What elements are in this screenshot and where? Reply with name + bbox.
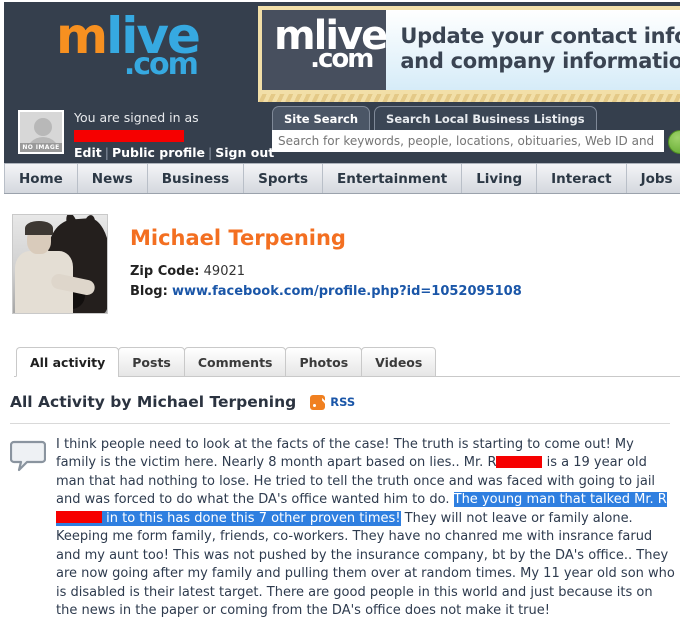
edit-profile-link[interactable]: Edit xyxy=(74,145,102,160)
logo-m: m xyxy=(56,7,108,65)
redaction-bar-name-2 xyxy=(56,511,102,524)
avatar-no-image-label: NO IMAGE xyxy=(20,143,62,152)
redaction-bar xyxy=(74,129,184,142)
nav-item-jobs[interactable]: Jobs xyxy=(627,164,680,193)
rss-label: RSS xyxy=(330,395,356,409)
username-redacted xyxy=(74,127,274,142)
nav-item-business[interactable]: Business xyxy=(148,164,245,193)
signed-in-label: You are signed in as xyxy=(74,110,199,125)
man-hair xyxy=(25,221,53,235)
main-nav: Home News Business Sports Entertainment … xyxy=(4,163,680,194)
search-go-icon[interactable] xyxy=(668,130,680,154)
tab-comments[interactable]: Comments xyxy=(183,347,287,377)
profile-meta: Zip Code: 49021 Blog: www.facebook.com/p… xyxy=(130,262,522,302)
profile-info: Michael Terpening Zip Code: 49021 Blog: … xyxy=(130,214,522,314)
tab-posts[interactable]: Posts xyxy=(118,347,185,377)
nav-item-living[interactable]: Living xyxy=(462,164,538,193)
link-separator-2: | xyxy=(208,145,213,160)
comment-text-part3: They will not leave or family alone. Kee… xyxy=(56,510,675,619)
search-input[interactable] xyxy=(272,130,664,152)
nav-item-news[interactable]: News xyxy=(78,164,148,193)
zip-code-value: 49021 xyxy=(203,264,246,279)
avatar-head-shape xyxy=(34,118,52,136)
tab-photos[interactable]: Photos xyxy=(285,347,363,377)
tab-all-activity[interactable]: All activity xyxy=(16,347,120,377)
comment-selected-part1: The young man that talked Mr. R xyxy=(453,492,667,508)
ad-bottom-stripe xyxy=(258,94,680,102)
blog-label: Blog: xyxy=(130,284,168,300)
activity-tabs: All activity Posts Comments Photos Video… xyxy=(14,346,680,377)
nav-item-interact[interactable]: Interact xyxy=(537,164,627,193)
mlive-logo[interactable]: mlive .com xyxy=(56,11,201,79)
search-row xyxy=(272,130,680,154)
redaction-bar-name-1 xyxy=(496,455,543,468)
search-tabs: Site Search Search Local Business Listin… xyxy=(272,106,680,130)
activity-heading: All Activity by Michael Terpening xyxy=(10,393,297,411)
tab-videos[interactable]: Videos xyxy=(361,347,437,377)
signed-in-text: You are signed in as Edit | Public profile… xyxy=(74,110,274,160)
nav-item-entertainment[interactable]: Entertainment xyxy=(323,164,463,193)
comment-selected-part2: in to this has done this 7 other proven … xyxy=(102,510,401,526)
signed-in-block: NO IMAGE You are signed in as Edit | Publi… xyxy=(18,110,274,160)
nav-item-sports[interactable]: Sports xyxy=(244,164,323,193)
profile-blog-row: Blog: www.facebook.com/profile.php?id=10… xyxy=(130,282,522,302)
rss-link[interactable]: RSS xyxy=(310,394,356,410)
site-header: mlive .com mlive .com Update your contac… xyxy=(0,0,680,163)
sign-out-link[interactable]: Sign out xyxy=(215,145,274,160)
ad-logo: mlive .com xyxy=(262,10,388,90)
blog-link[interactable]: www.facebook.com/profile.php?id=10520951… xyxy=(172,284,522,299)
banner-ad[interactable]: mlive .com Update your contact info and … xyxy=(258,6,680,94)
search-area: Site Search Search Local Business Listin… xyxy=(272,106,680,154)
public-profile-link[interactable]: Public profile xyxy=(112,145,205,160)
search-tab-local-business[interactable]: Search Local Business Listings xyxy=(374,106,597,130)
profile-header: Michael Terpening Zip Code: 49021 Blog: … xyxy=(0,194,680,314)
activity-entry: I think people need to look at the facts… xyxy=(0,424,680,623)
account-links: Edit | Public profile | Sign out xyxy=(74,145,274,160)
zip-code-label: Zip Code: xyxy=(130,264,200,279)
link-separator-1: | xyxy=(104,145,109,160)
ad-copy-line1: Update your contact info xyxy=(400,24,680,48)
nav-item-home[interactable]: Home xyxy=(4,164,78,193)
comment-body: I think people need to look at the facts… xyxy=(56,436,678,623)
header-top: mlive .com mlive .com Update your contac… xyxy=(4,2,680,160)
avatar[interactable]: NO IMAGE xyxy=(18,110,64,154)
activity-heading-row: All Activity by Michael Terpening RSS xyxy=(10,393,680,411)
speech-bubble-icon xyxy=(10,436,52,623)
rss-icon xyxy=(310,394,326,410)
search-tab-site-search[interactable]: Site Search xyxy=(272,106,371,130)
page-root: mlive .com mlive .com Update your contac… xyxy=(0,0,680,623)
profile-photo[interactable] xyxy=(12,214,108,314)
ad-copy: Update your contact info and company inf… xyxy=(386,10,680,90)
ad-copy-line2: and company information xyxy=(400,48,680,73)
profile-zip-row: Zip Code: 49021 xyxy=(130,262,522,282)
page-title: Michael Terpening xyxy=(130,226,346,250)
